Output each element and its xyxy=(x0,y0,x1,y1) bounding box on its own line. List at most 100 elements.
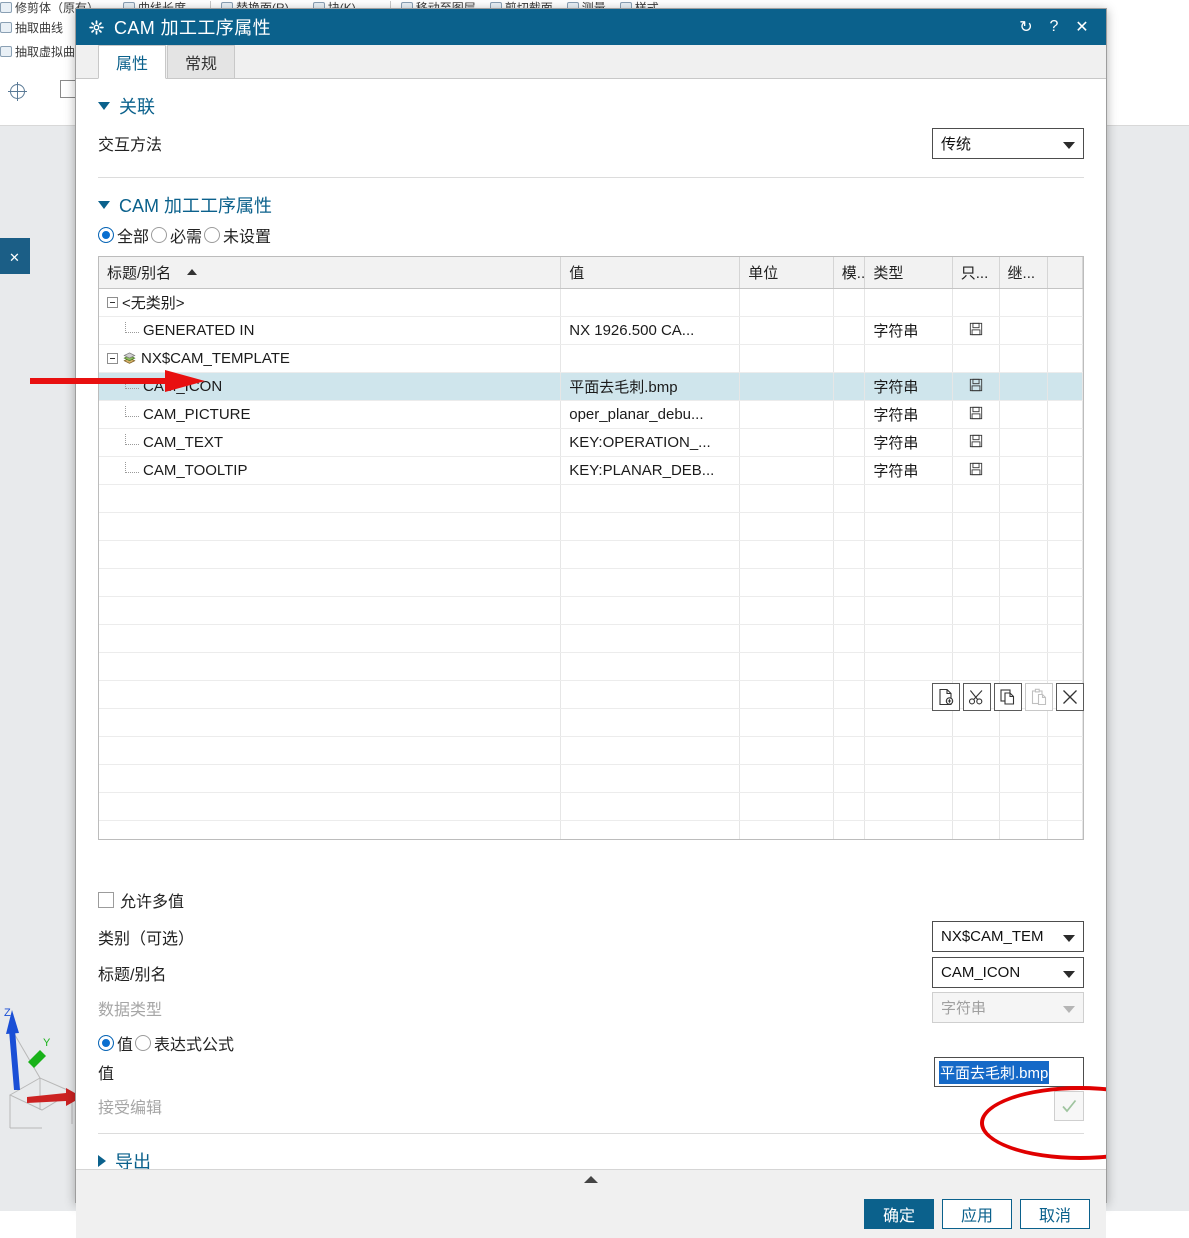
help-button[interactable]: ? xyxy=(1040,13,1068,41)
table-row-empty[interactable] xyxy=(99,568,1083,597)
table-row[interactable]: GENERATED IN NX 1926.500 CA... 字符串 xyxy=(99,316,1083,345)
table-row[interactable]: <无类别> xyxy=(99,288,1083,317)
column-header-type[interactable]: 类型 xyxy=(864,257,953,289)
table-row-empty[interactable] xyxy=(99,764,1083,793)
checkbox-allow-multiple[interactable]: 允许多值 xyxy=(98,888,184,912)
chevron-down-icon xyxy=(1063,971,1075,978)
table-row-empty[interactable] xyxy=(99,652,1083,681)
tab-attributes[interactable]: 属性 xyxy=(98,45,167,79)
cell-empty xyxy=(952,540,1000,569)
dialog-title: CAM 加工工序属性 xyxy=(114,18,271,38)
cell-empty xyxy=(99,512,562,541)
table-row-empty[interactable] xyxy=(99,484,1083,513)
column-header-inherit[interactable]: 继... xyxy=(999,257,1049,289)
radio-filter-all[interactable]: 全部 xyxy=(98,223,149,247)
radio-filter-required[interactable]: 必需 xyxy=(151,223,202,247)
cell-empty xyxy=(560,540,741,569)
tree-collapse-icon[interactable] xyxy=(107,297,118,308)
table-row[interactable]: CAM_TEXT KEY:OPERATION_... 字符串 xyxy=(99,428,1083,457)
value-input[interactable]: 平面去毛刺.bmp xyxy=(934,1057,1084,1087)
cell-title-alias: GENERATED IN xyxy=(99,316,562,345)
cell-empty xyxy=(864,820,953,839)
cell-empty xyxy=(1047,820,1083,839)
table-row[interactable]: CAM_TOOLTIP KEY:PLANAR_DEB... 字符串 xyxy=(99,456,1083,485)
tab-general[interactable]: 常规 xyxy=(167,45,236,78)
table-row-empty[interactable] xyxy=(99,708,1083,737)
column-header-value[interactable]: 值 xyxy=(560,257,741,289)
radio-label-unset: 未设置 xyxy=(223,229,272,246)
column-header-readonly[interactable]: 只... xyxy=(952,257,1000,289)
tree-collapse-icon[interactable] xyxy=(107,353,118,364)
cell-readonly xyxy=(952,428,1000,457)
close-x-icon xyxy=(1063,690,1077,704)
cell-empty xyxy=(739,540,834,569)
table-row-empty[interactable] xyxy=(99,540,1083,569)
cell-extra xyxy=(1047,400,1083,429)
ok-button[interactable]: 确定 xyxy=(864,1198,934,1229)
table-row-empty[interactable] xyxy=(99,820,1083,839)
dialog-title-bar[interactable]: CAM 加工工序属性 ↻ ? ✕ xyxy=(76,9,1106,45)
column-header-title-alias[interactable]: 标题/别名 xyxy=(99,257,562,289)
table-row-empty[interactable] xyxy=(99,596,1083,625)
apply-button[interactable]: 应用 xyxy=(942,1198,1012,1229)
table-row[interactable]: CAM_ICON 平面去毛刺.bmp 字符串 xyxy=(99,372,1083,401)
cell-empty xyxy=(999,512,1049,541)
table-row[interactable]: NX$CAM_TEMPLATE xyxy=(99,344,1083,373)
table-row-empty[interactable] xyxy=(99,792,1083,821)
point-constructor-icon[interactable] xyxy=(8,78,36,104)
table-row[interactable]: CAM_PICTURE oper_planar_debu... 字符串 xyxy=(99,400,1083,429)
cell-empty xyxy=(833,764,866,793)
table-header-row: 标题/别名 值 单位 模... 类型 只... 继... xyxy=(99,257,1083,289)
cell-unit xyxy=(739,372,834,401)
cell-empty xyxy=(560,568,741,597)
column-header-mode[interactable]: 模... xyxy=(833,257,866,289)
properties-table-container[interactable]: 标题/别名 值 单位 模... 类型 只... 继... <无类别> GENERA… xyxy=(98,256,1084,840)
cancel-button[interactable]: 取消 xyxy=(1020,1198,1090,1229)
new-document-plus-icon xyxy=(939,688,954,706)
cell-empty xyxy=(952,624,1000,653)
delete-button[interactable] xyxy=(1056,683,1084,711)
cell-extra xyxy=(1047,316,1083,345)
cell-empty xyxy=(739,624,834,653)
column-header-unit[interactable]: 单位 xyxy=(739,257,834,289)
sort-ascending-icon xyxy=(187,269,198,275)
section-header-cam-properties[interactable]: CAM 加工工序属性 xyxy=(98,178,1084,218)
radio-filter-unset[interactable]: 未设置 xyxy=(204,223,271,247)
cell-unit xyxy=(739,288,834,317)
radio-value-mode-value[interactable]: 值 xyxy=(98,1031,133,1055)
cell-readonly xyxy=(952,316,1000,345)
table-row-empty[interactable] xyxy=(99,624,1083,653)
column-header-extra[interactable] xyxy=(1047,257,1083,289)
resource-bar-close-icon[interactable]: ✕ xyxy=(9,251,20,264)
radio-label-all: 全部 xyxy=(117,229,150,246)
cell-empty xyxy=(999,568,1049,597)
close-button[interactable]: ✕ xyxy=(1068,13,1096,41)
y-axis-arrow xyxy=(28,1050,46,1068)
cell-empty xyxy=(999,792,1049,821)
section-header-association[interactable]: 关联 xyxy=(98,79,1084,119)
new-attribute-button[interactable] xyxy=(932,683,960,711)
title-alias-dropdown[interactable]: CAM_ICON xyxy=(932,957,1084,988)
dialog-title-buttons: ↻ ? ✕ xyxy=(1012,13,1096,41)
cell-type xyxy=(864,288,953,317)
table-row-empty[interactable] xyxy=(99,512,1083,541)
cell-mode xyxy=(833,372,866,401)
disk-icon xyxy=(969,378,982,391)
table-row-empty[interactable] xyxy=(99,736,1083,765)
cell-empty xyxy=(952,792,1000,821)
cell-empty xyxy=(739,708,834,737)
row-label: NX$CAM_TEMPLATE xyxy=(141,350,290,367)
cut-button[interactable] xyxy=(963,683,991,711)
copy-button[interactable] xyxy=(994,683,1022,711)
copy-icon xyxy=(1000,689,1015,705)
cell-empty xyxy=(952,596,1000,625)
reset-button[interactable]: ↻ xyxy=(1012,13,1040,41)
cell-inherit xyxy=(999,316,1049,345)
section-header-export[interactable]: 导出 xyxy=(98,1134,1084,1169)
cell-empty xyxy=(864,652,953,681)
radio-value-mode-expression[interactable]: 表达式公式 xyxy=(135,1031,234,1055)
category-dropdown[interactable]: NX$CAM_TEM xyxy=(932,921,1084,952)
cell-empty xyxy=(999,624,1049,653)
interaction-method-dropdown[interactable]: 传统 xyxy=(932,127,1084,159)
dialog-collapse-handle[interactable] xyxy=(76,1169,1106,1189)
